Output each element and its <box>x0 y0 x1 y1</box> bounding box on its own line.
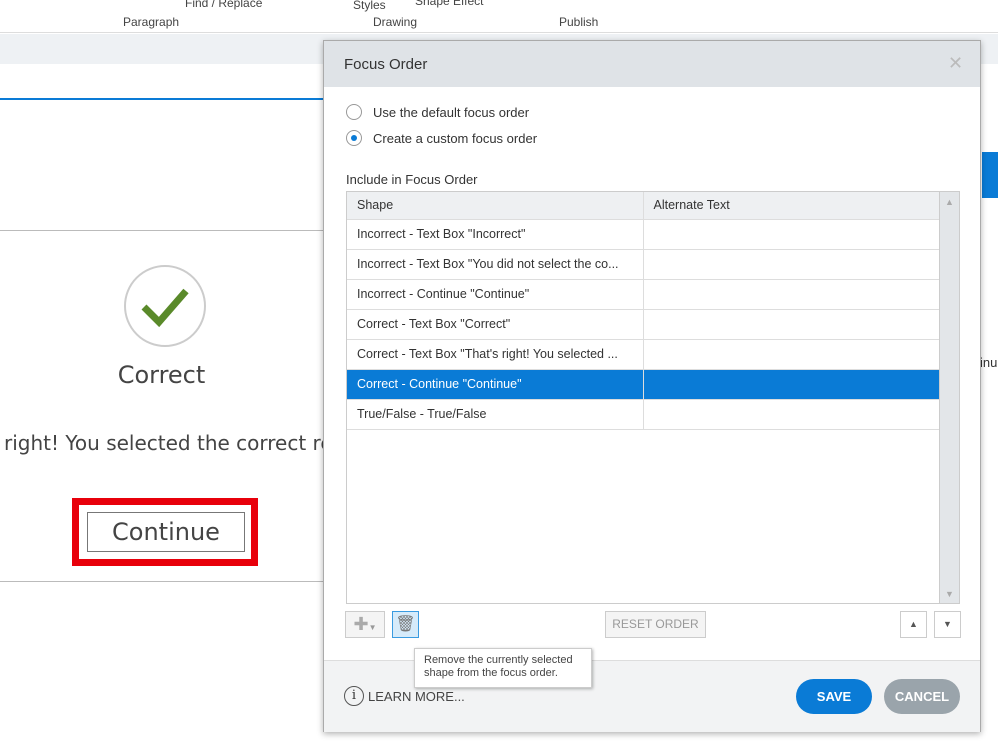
radio-custom-label: Create a custom focus order <box>373 131 538 146</box>
group-drawing: Drawing <box>373 15 418 29</box>
radio-default-order[interactable] <box>346 104 362 120</box>
dialog-header: Focus Order <box>324 41 980 87</box>
col-alt-text[interactable]: Alternate Text <box>643 192 941 220</box>
add-shape-button[interactable]: ✚▼ <box>345 611 385 638</box>
learn-more-link[interactable]: LEARN MORE... <box>368 689 465 704</box>
shape-cell[interactable]: Incorrect - Text Box "You did not select… <box>347 249 644 280</box>
divider <box>0 98 323 100</box>
shape-effect-button[interactable]: Shape Effect <box>415 0 484 8</box>
find-replace-button[interactable]: Find / Replace <box>185 0 262 10</box>
save-button[interactable]: SAVE <box>796 679 872 714</box>
table-row[interactable]: Incorrect - Text Box "Incorrect" <box>347 219 940 250</box>
reset-order-button[interactable]: RESET ORDER <box>605 611 706 638</box>
radio-custom-order[interactable] <box>346 130 362 146</box>
slide-message: right! You selected the correct res <box>4 431 344 455</box>
tooltip: Remove the currently selected shape from… <box>414 648 592 688</box>
alt-text-cell[interactable] <box>643 399 940 430</box>
table-scrollbar[interactable]: ▲ ▼ <box>939 192 959 603</box>
shape-cell[interactable]: Correct - Text Box "Correct" <box>347 309 644 340</box>
alt-text-cell[interactable] <box>643 369 940 400</box>
move-up-button[interactable]: ▲ <box>900 611 927 638</box>
radio-default-label: Use the default focus order <box>373 105 530 120</box>
check-icon <box>124 265 206 347</box>
include-label: Include in Focus Order <box>346 172 478 187</box>
shape-cell[interactable]: Incorrect - Continue "Continue" <box>347 279 644 310</box>
shape-cell[interactable]: True/False - True/False <box>347 399 644 430</box>
group-paragraph: Paragraph <box>123 15 180 29</box>
alt-text-cell[interactable] <box>643 309 940 340</box>
table-row[interactable]: Incorrect - Text Box "You did not select… <box>347 249 940 280</box>
shape-cell[interactable]: Correct - Text Box "That's right! You se… <box>347 339 644 370</box>
panel-icon[interactable] <box>982 152 998 198</box>
table-row[interactable]: Correct - Text Box "Correct" <box>347 309 940 340</box>
side-text: inu <box>980 355 998 370</box>
styles-button[interactable]: Styles <box>353 0 386 12</box>
table-row[interactable]: Correct - Continue "Continue" <box>347 369 940 400</box>
scroll-down-icon[interactable]: ▼ <box>940 589 959 599</box>
continue-highlight: Continue <box>72 498 258 566</box>
scroll-up-icon[interactable]: ▲ <box>940 197 959 207</box>
group-publish: Publish <box>559 15 599 29</box>
plus-icon: ✚ <box>353 614 369 634</box>
ribbon: Find / Replace Styles Shape Effect Parag… <box>0 0 998 33</box>
alt-text-cell[interactable] <box>643 219 940 250</box>
table-row[interactable]: Correct - Text Box "That's right! You se… <box>347 339 940 370</box>
dialog-title: Focus Order <box>344 56 428 73</box>
slide-heading: Correct <box>117 361 206 389</box>
shape-cell[interactable]: Incorrect - Text Box "Incorrect" <box>347 219 644 250</box>
table-row[interactable]: Incorrect - Continue "Continue" <box>347 279 940 310</box>
focus-order-table: Shape Alternate Text Incorrect - Text Box… <box>346 191 960 604</box>
alt-text-cell[interactable] <box>643 339 940 370</box>
alt-text-cell[interactable] <box>643 249 940 280</box>
focus-order-dialog: Focus Order ✕ Use the default focus orde… <box>323 40 981 732</box>
info-icon: i <box>344 686 364 706</box>
slide-continue-button[interactable]: Continue <box>87 512 245 552</box>
table-row[interactable]: True/False - True/False <box>347 399 940 430</box>
move-down-button[interactable]: ▼ <box>934 611 961 638</box>
slide-canvas: Correct right! You selected the correct … <box>0 230 343 582</box>
close-icon[interactable]: ✕ <box>948 53 963 74</box>
shape-cell[interactable]: Correct - Continue "Continue" <box>347 369 644 400</box>
col-shape[interactable]: Shape <box>347 192 644 220</box>
trash-icon[interactable]: 🗑 <box>392 611 419 638</box>
cancel-button[interactable]: CANCEL <box>884 679 960 714</box>
alt-text-cell[interactable] <box>643 279 940 310</box>
